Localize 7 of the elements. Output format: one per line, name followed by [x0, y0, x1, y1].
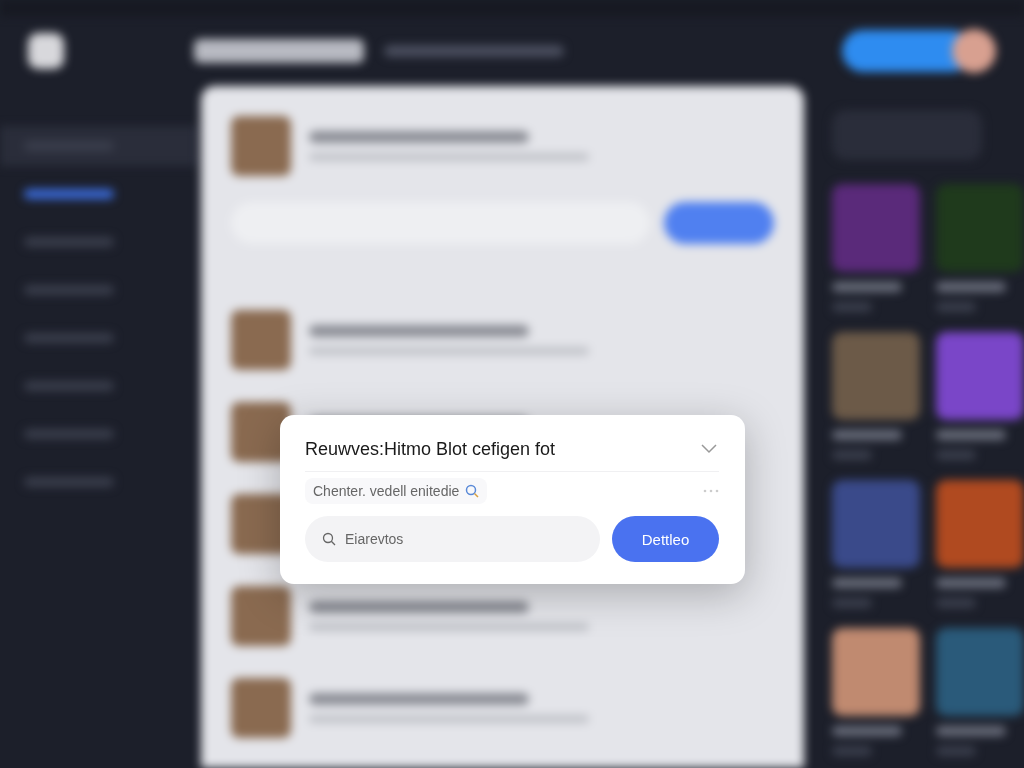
dialog-subtitle: Chenter. vedell enitedie [313, 483, 460, 499]
search-field[interactable]: Eiarevtos [305, 516, 600, 562]
primary-button[interactable]: Dettleo [612, 516, 719, 562]
chevron-down-icon[interactable] [701, 444, 717, 454]
dialog-title: Reuwves:Hitmo Blot cefigen fot [305, 438, 556, 460]
more-icon[interactable] [703, 489, 719, 493]
search-icon [465, 484, 480, 498]
